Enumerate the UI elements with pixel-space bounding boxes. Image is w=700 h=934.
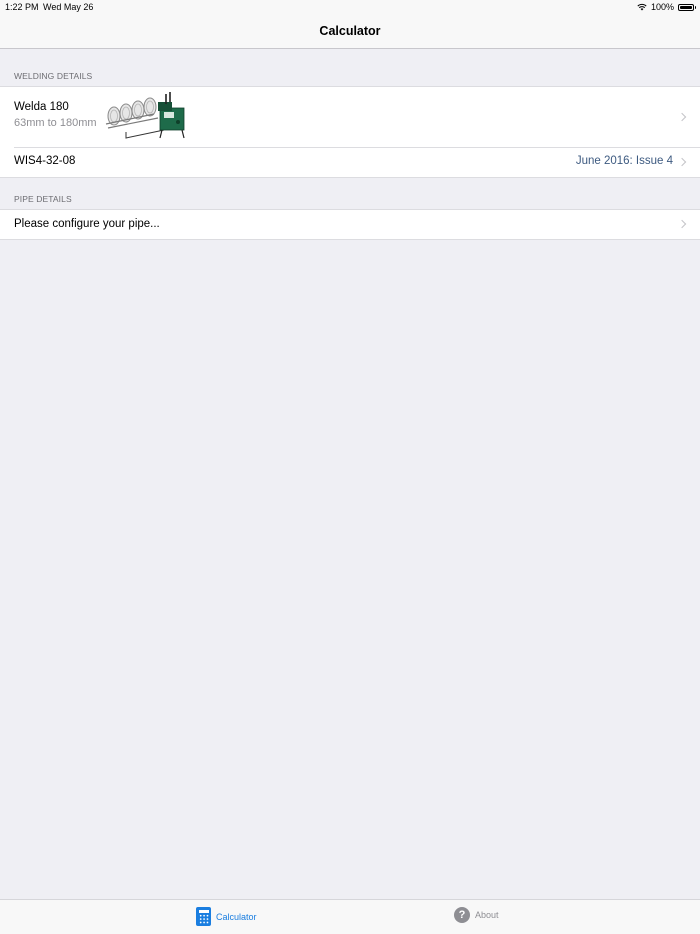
navigation-bar: Calculator <box>0 14 700 49</box>
tab-about[interactable]: ? About <box>454 907 499 923</box>
tab-bar: Calculator ? About <box>0 899 700 934</box>
tab-calculator[interactable]: Calculator <box>196 907 257 926</box>
battery-icon <box>678 3 696 11</box>
chevron-right-icon <box>677 112 687 122</box>
battery-percent: 100% <box>650 2 674 12</box>
welding-details-group: Welda 180 63mm to 180mm WIS4-32-08 June … <box>0 86 700 178</box>
machine-name: Welda 180 <box>14 101 69 113</box>
pipe-details-group: Please configure your pipe... <box>0 209 700 240</box>
configure-pipe-label: Please configure your pipe... <box>14 218 160 230</box>
section-header-welding: WELDING DETAILS <box>14 71 93 81</box>
tab-calculator-label: Calculator <box>216 911 257 922</box>
welding-machine-image <box>105 92 185 139</box>
section-header-pipe: PIPE DETAILS <box>14 194 72 204</box>
page-title: Calculator <box>319 24 381 38</box>
status-time: 1:22 PM <box>5 2 39 12</box>
status-right: 100% <box>637 0 696 14</box>
wifi-icon <box>637 3 647 11</box>
chevron-right-icon <box>677 219 687 229</box>
tab-about-label: About <box>475 910 499 920</box>
machine-row[interactable]: Welda 180 63mm to 180mm <box>0 87 700 147</box>
question-icon: ? <box>454 907 470 923</box>
standard-detail: June 2016: Issue 4 <box>575 155 673 167</box>
standard-row[interactable]: WIS4-32-08 June 2016: Issue 4 <box>0 147 700 177</box>
configure-pipe-row[interactable]: Please configure your pipe... <box>0 210 700 239</box>
calculator-icon <box>196 907 211 926</box>
status-date: Wed May 26 <box>43 2 94 12</box>
standard-label: WIS4-32-08 <box>14 155 76 167</box>
machine-range: 63mm to 180mm <box>14 117 97 129</box>
status-bar: 1:22 PM Wed May 26 100% <box>0 0 700 14</box>
chevron-right-icon <box>677 157 687 167</box>
